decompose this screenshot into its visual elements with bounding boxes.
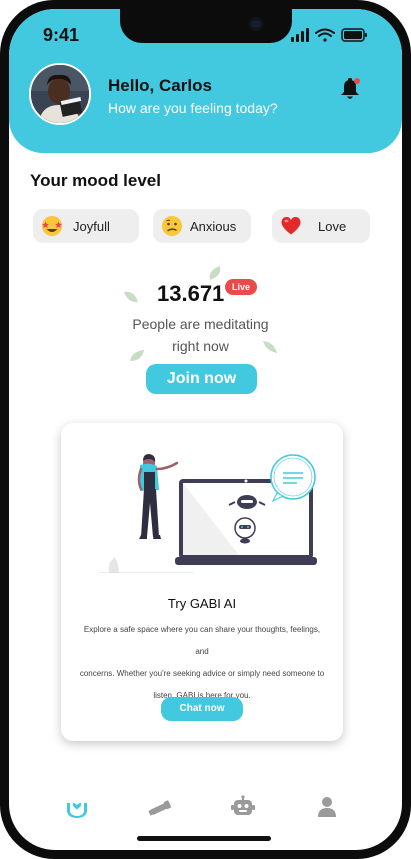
ai-card: Try GABI AI Explore a safe space where y…	[61, 423, 343, 741]
confused-emoji-icon	[162, 216, 182, 236]
heart-icon	[281, 216, 301, 235]
ai-card-desc-line2: concerns. Whether you're seeking advice …	[79, 669, 325, 678]
ai-card-desc-line1: Explore a safe space where you can share…	[83, 625, 321, 656]
avatar-portrait	[31, 65, 89, 123]
ai-card-title: Try GABI AI	[167, 596, 237, 611]
status-time: 9:41	[43, 25, 80, 45]
meditating-text: People are meditating right now	[109, 313, 292, 357]
star-struck-emoji-icon	[42, 216, 62, 236]
mood-option-anxious[interactable]: Anxious	[153, 209, 251, 243]
bell-icon[interactable]	[339, 77, 361, 101]
leaf-decoration	[124, 291, 138, 303]
meditating-count: 13.671	[157, 281, 225, 306]
mood-label: Joyfull	[73, 219, 110, 234]
care-hands-icon[interactable]	[65, 795, 89, 819]
front-camera	[249, 17, 263, 31]
profile-icon[interactable]	[315, 795, 339, 819]
mood-label: Anxious	[190, 219, 237, 234]
notch	[120, 9, 292, 43]
meditating-text-line1: People are meditating	[132, 316, 269, 332]
leaf-decoration	[209, 266, 221, 280]
live-badge: Live	[225, 279, 258, 295]
status-icons	[291, 28, 367, 42]
ai-illustration	[99, 454, 317, 573]
robot-icon[interactable]	[231, 795, 255, 819]
telescope-icon[interactable]	[148, 795, 172, 819]
phone-frame: 9:41 Hello, Carlos How are you feeling t…	[0, 0, 411, 859]
greeting-title: Hello, Carlos	[108, 76, 212, 95]
home-indicator	[137, 836, 271, 841]
ai-card-description: Explore a safe space where you can share…	[77, 619, 327, 707]
chat-now-button[interactable]: Chat now	[161, 697, 243, 721]
wifi-icon	[315, 28, 335, 42]
app-screen: 9:41 Hello, Carlos How are you feeling t…	[9, 9, 402, 850]
avatar[interactable]	[29, 63, 91, 125]
mood-option-love[interactable]: Love	[272, 209, 370, 243]
mood-option-joyfull[interactable]: Joyfull	[33, 209, 139, 243]
greeting-subtitle: How are you feeling today?	[108, 100, 278, 116]
battery-icon	[341, 28, 367, 42]
join-now-button[interactable]: Join now	[146, 364, 257, 394]
mood-title: Your mood level	[30, 171, 161, 190]
mood-label: Love	[318, 219, 347, 234]
meditating-text-line2: right now	[172, 338, 229, 354]
signal-icon	[291, 28, 309, 42]
